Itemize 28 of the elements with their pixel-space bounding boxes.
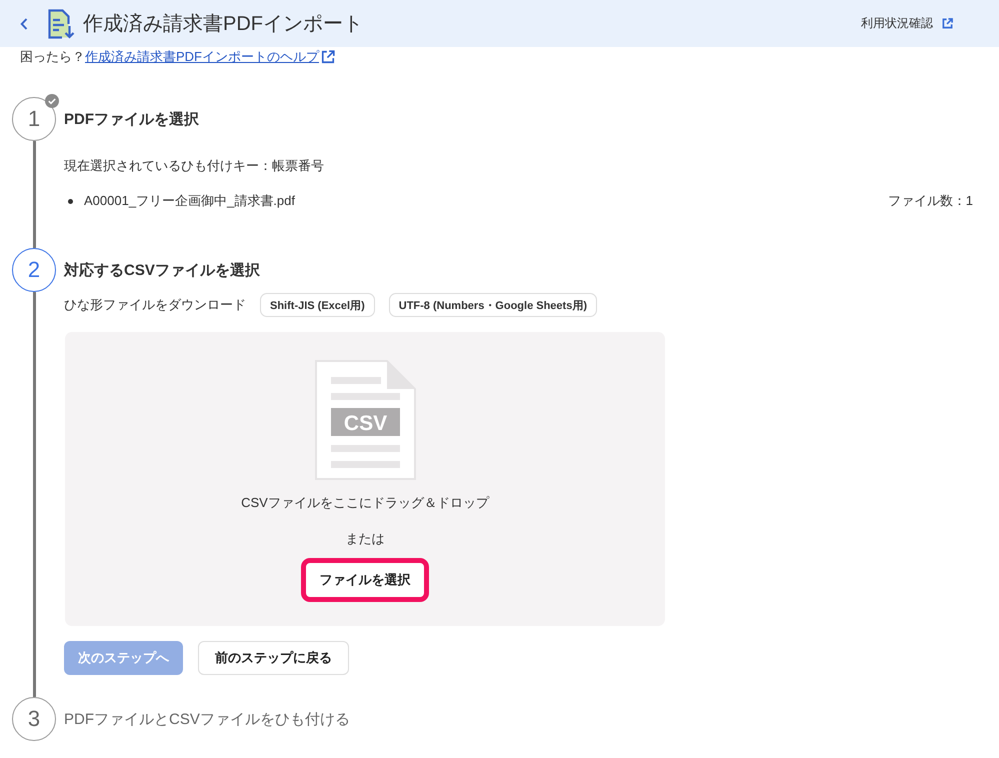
bullet-icon [68,198,73,204]
file-name: A00001_フリー企画御中_請求書.pdf [84,192,295,210]
page-title: 作成済み請求書PDFインポート [83,12,363,37]
choose-file-button[interactable]: ファイルを選択 [301,558,429,602]
external-link-icon [321,50,335,64]
file-type-label: CSV [343,412,387,435]
step-number-circle: 1 [12,97,56,141]
step-number-circle: 2 [12,248,56,292]
usage-status-link[interactable]: 利用状況確認 [861,15,953,32]
step-title: PDFファイルとCSVファイルをひも付ける [64,710,350,728]
drop-prompt-text: CSVファイルをここにドラッグ＆ドロップ [241,494,489,512]
step-number-circle: 3 [12,697,56,741]
previous-step-button[interactable]: 前のステップに戻る [198,641,349,675]
document-download-icon [47,8,75,38]
template-download-button[interactable]: Shift-JIS (Excel用) [260,293,375,317]
template-download-label: ひな形ファイルをダウンロード [64,296,246,314]
step-title: 対応するCSVファイルを選択 [64,260,260,280]
drop-zone[interactable]: CSV CSVファイルをここにドラッグ＆ドロップ または ファイルを選択 [65,332,665,626]
external-link-icon [942,18,953,29]
file-count-text: ファイル数：1 [888,192,973,210]
document-icon [314,360,416,480]
link-key-text: 現在選択されているひも付けキー：帳票番号 [64,157,325,175]
or-separator-text: または [346,530,384,548]
template-download-button[interactable]: UTF-8 (Numbers・Google Sheets用) [388,293,597,317]
step-title: PDFファイルを選択 [64,110,199,128]
help-prompt: 困ったら？ [20,48,85,66]
chevron-left-icon [20,18,28,30]
help-link[interactable]: 作成済み請求書PDFインポートのヘルプ [85,47,319,67]
